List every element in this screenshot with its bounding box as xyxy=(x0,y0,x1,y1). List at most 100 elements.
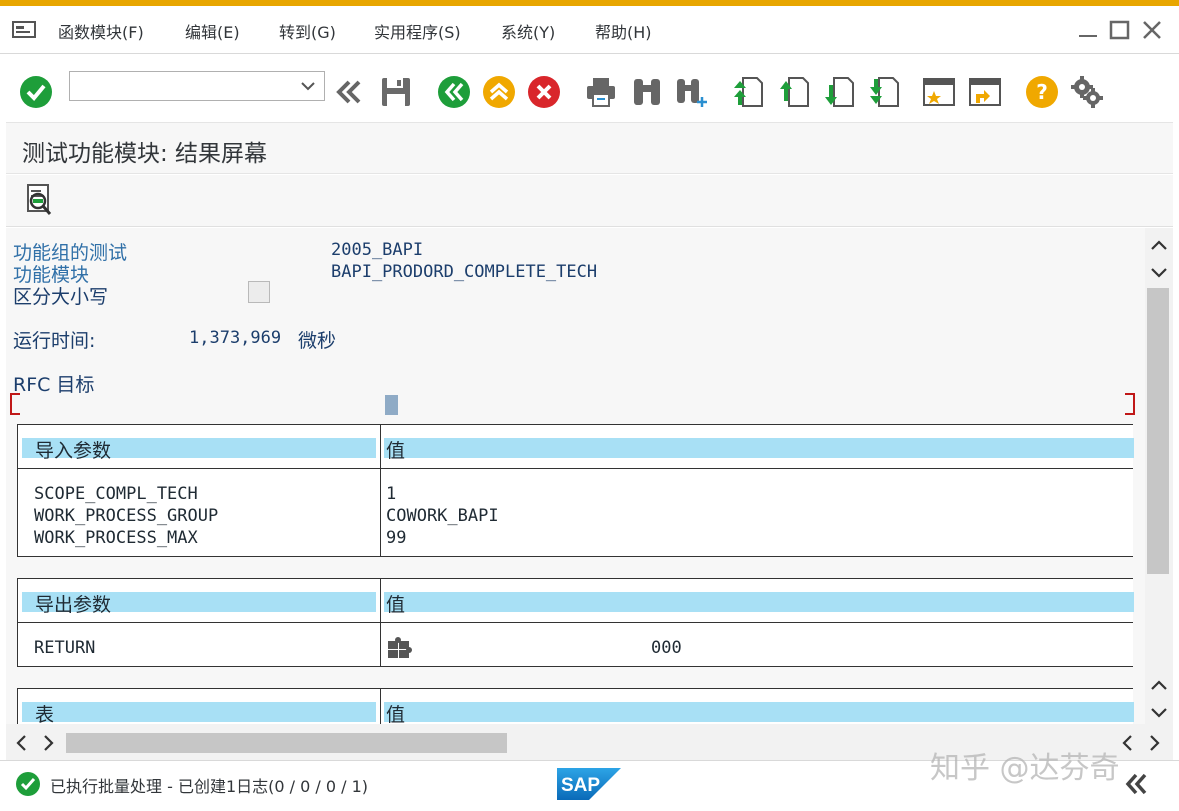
find-next-icon xyxy=(677,79,707,107)
import-param-name[interactable]: SCOPE_COMPL_TECH xyxy=(34,484,198,504)
back-double-button[interactable] xyxy=(332,75,366,109)
new-session-icon xyxy=(923,78,955,106)
rfc-target-field-right[interactable] xyxy=(1125,393,1135,415)
success-icon xyxy=(16,772,40,796)
tables-params-header-value: 值 xyxy=(386,704,406,724)
export-param-value[interactable]: 000 xyxy=(651,638,682,658)
exit-icon xyxy=(483,76,515,108)
new-session-button[interactable] xyxy=(922,75,956,109)
menu-goto[interactable]: 转到(G) xyxy=(279,19,336,43)
tables-params-table: 表 值 xyxy=(17,688,1134,724)
title-bar: 测试功能模块: 结果屏幕 xyxy=(6,122,1173,174)
help-icon: ? xyxy=(1026,76,1058,108)
minimize-icon[interactable] xyxy=(1076,18,1100,42)
prev-page-button[interactable] xyxy=(777,75,811,109)
rfc-target-field-left[interactable] xyxy=(10,393,20,415)
print-button[interactable] xyxy=(584,75,618,109)
export-params-header-value: 值 xyxy=(386,594,406,616)
back-icon xyxy=(438,76,470,108)
case-sensitive-label: 区分大小写 xyxy=(13,286,109,308)
expand-status-icon[interactable] xyxy=(1122,769,1152,799)
find-button[interactable] xyxy=(630,75,664,109)
print-icon xyxy=(587,78,615,107)
save-icon xyxy=(382,78,410,106)
case-sensitive-checkbox[interactable] xyxy=(248,281,270,303)
vertical-scrollbar[interactable] xyxy=(1145,228,1173,724)
system-toolbar: ? xyxy=(0,55,1179,121)
import-params-header-param: 导入参数 xyxy=(35,440,112,462)
export-params-header-param: 导出参数 xyxy=(35,594,112,616)
help-button[interactable]: ? xyxy=(1025,75,1059,109)
shortcut-button[interactable] xyxy=(968,75,1002,109)
rfc-target-cursor[interactable] xyxy=(385,395,398,415)
command-field[interactable] xyxy=(69,71,325,101)
exit-button[interactable] xyxy=(482,75,516,109)
scroll-down-page-icon[interactable] xyxy=(1149,262,1169,282)
scroll-left-end-icon[interactable] xyxy=(1118,733,1138,753)
horizontal-scroll-thumb[interactable] xyxy=(66,733,507,753)
status-message[interactable]: 已执行批量处理 - 已创建1日志(0 / 0 / 0 / 1) xyxy=(50,773,368,797)
scroll-bottom-icon[interactable] xyxy=(1149,702,1169,722)
command-input[interactable] xyxy=(70,72,290,100)
last-page-button[interactable] xyxy=(867,75,901,109)
rfc-target-label: RFC 目标 xyxy=(13,374,95,396)
scroll-left-icon[interactable] xyxy=(12,733,32,753)
save-button[interactable] xyxy=(379,75,413,109)
menu-edit[interactable]: 编辑(E) xyxy=(185,19,240,43)
find-icon xyxy=(634,79,660,105)
import-param-value[interactable]: 1 xyxy=(386,484,396,504)
scroll-right-page-icon[interactable] xyxy=(38,733,58,753)
first-page-icon xyxy=(734,77,763,107)
menu-function-module[interactable]: 函数模块(F) xyxy=(58,19,144,43)
menu-system[interactable]: 系统(Y) xyxy=(501,19,555,43)
import-param-name[interactable]: WORK_PROCESS_MAX xyxy=(34,528,198,548)
import-param-value[interactable]: 99 xyxy=(386,528,406,548)
next-page-button[interactable] xyxy=(822,75,856,109)
export-param-name[interactable]: RETURN xyxy=(34,638,95,658)
status-bar: 已执行批量处理 - 已创建1日志(0 / 0 / 0 / 1) SAP 知乎 @… xyxy=(0,751,1179,811)
runtime-value: 1,373,969 xyxy=(189,328,282,348)
scroll-up-icon[interactable] xyxy=(1149,676,1169,696)
application-toolbar xyxy=(6,175,1173,227)
menu-utilities[interactable]: 实用程序(S) xyxy=(374,19,461,43)
last-page-icon xyxy=(870,77,899,107)
scroll-right-icon[interactable] xyxy=(1144,733,1164,753)
back-double-icon xyxy=(336,80,361,104)
sap-logo-icon: SAP xyxy=(557,768,621,800)
import-params-table: 导入参数 值 SCOPE_COMPL_TECH 1 WORK_PROCESS_G… xyxy=(17,424,1134,557)
function-module-value: BAPI_PRODORD_COMPLETE_TECH xyxy=(331,262,598,282)
import-param-name[interactable]: WORK_PROCESS_GROUP xyxy=(34,506,218,526)
page-title: 测试功能模块: 结果屏幕 xyxy=(22,141,268,167)
close-icon[interactable] xyxy=(1140,18,1164,42)
import-params-header-value: 值 xyxy=(386,440,406,462)
menu-help[interactable]: 帮助(H) xyxy=(595,19,652,43)
settings-button[interactable] xyxy=(1070,75,1104,109)
first-page-button[interactable] xyxy=(731,75,765,109)
back-button[interactable] xyxy=(437,75,471,109)
cancel-button[interactable] xyxy=(527,75,561,109)
watermark: 知乎 @达芬奇 xyxy=(930,751,1120,786)
shortcut-icon xyxy=(969,78,1001,106)
cancel-icon xyxy=(528,76,560,108)
dropdown-icon[interactable] xyxy=(300,78,316,94)
svg-text:?: ? xyxy=(1036,80,1048,104)
enter-button[interactable] xyxy=(19,75,53,109)
export-params-table: 导出参数 值 RETURN 000 xyxy=(17,578,1134,667)
menu-icon[interactable] xyxy=(12,20,38,40)
export-params-header: 导出参数 值 xyxy=(18,579,1134,623)
menu-bar: 函数模块(F) 编辑(E) 转到(G) 实用程序(S) 系统(Y) 帮助(H) xyxy=(0,6,1179,54)
next-page-icon xyxy=(825,77,854,107)
tables-params-header-param: 表 xyxy=(35,704,55,724)
runtime-label: 运行时间: xyxy=(13,330,96,352)
maximize-icon[interactable] xyxy=(1108,18,1132,42)
scroll-top-icon[interactable] xyxy=(1149,236,1169,256)
debug-details-icon[interactable] xyxy=(22,183,56,217)
tables-params-header: 表 值 xyxy=(18,689,1134,724)
vertical-scroll-thumb[interactable] xyxy=(1147,288,1169,574)
settings-icon xyxy=(1071,76,1103,108)
check-icon xyxy=(20,76,52,108)
structure-detail-icon[interactable] xyxy=(386,635,412,661)
import-param-value[interactable]: COWORK_BAPI xyxy=(386,506,499,526)
prev-page-icon xyxy=(780,77,809,107)
find-next-button[interactable] xyxy=(675,75,709,109)
